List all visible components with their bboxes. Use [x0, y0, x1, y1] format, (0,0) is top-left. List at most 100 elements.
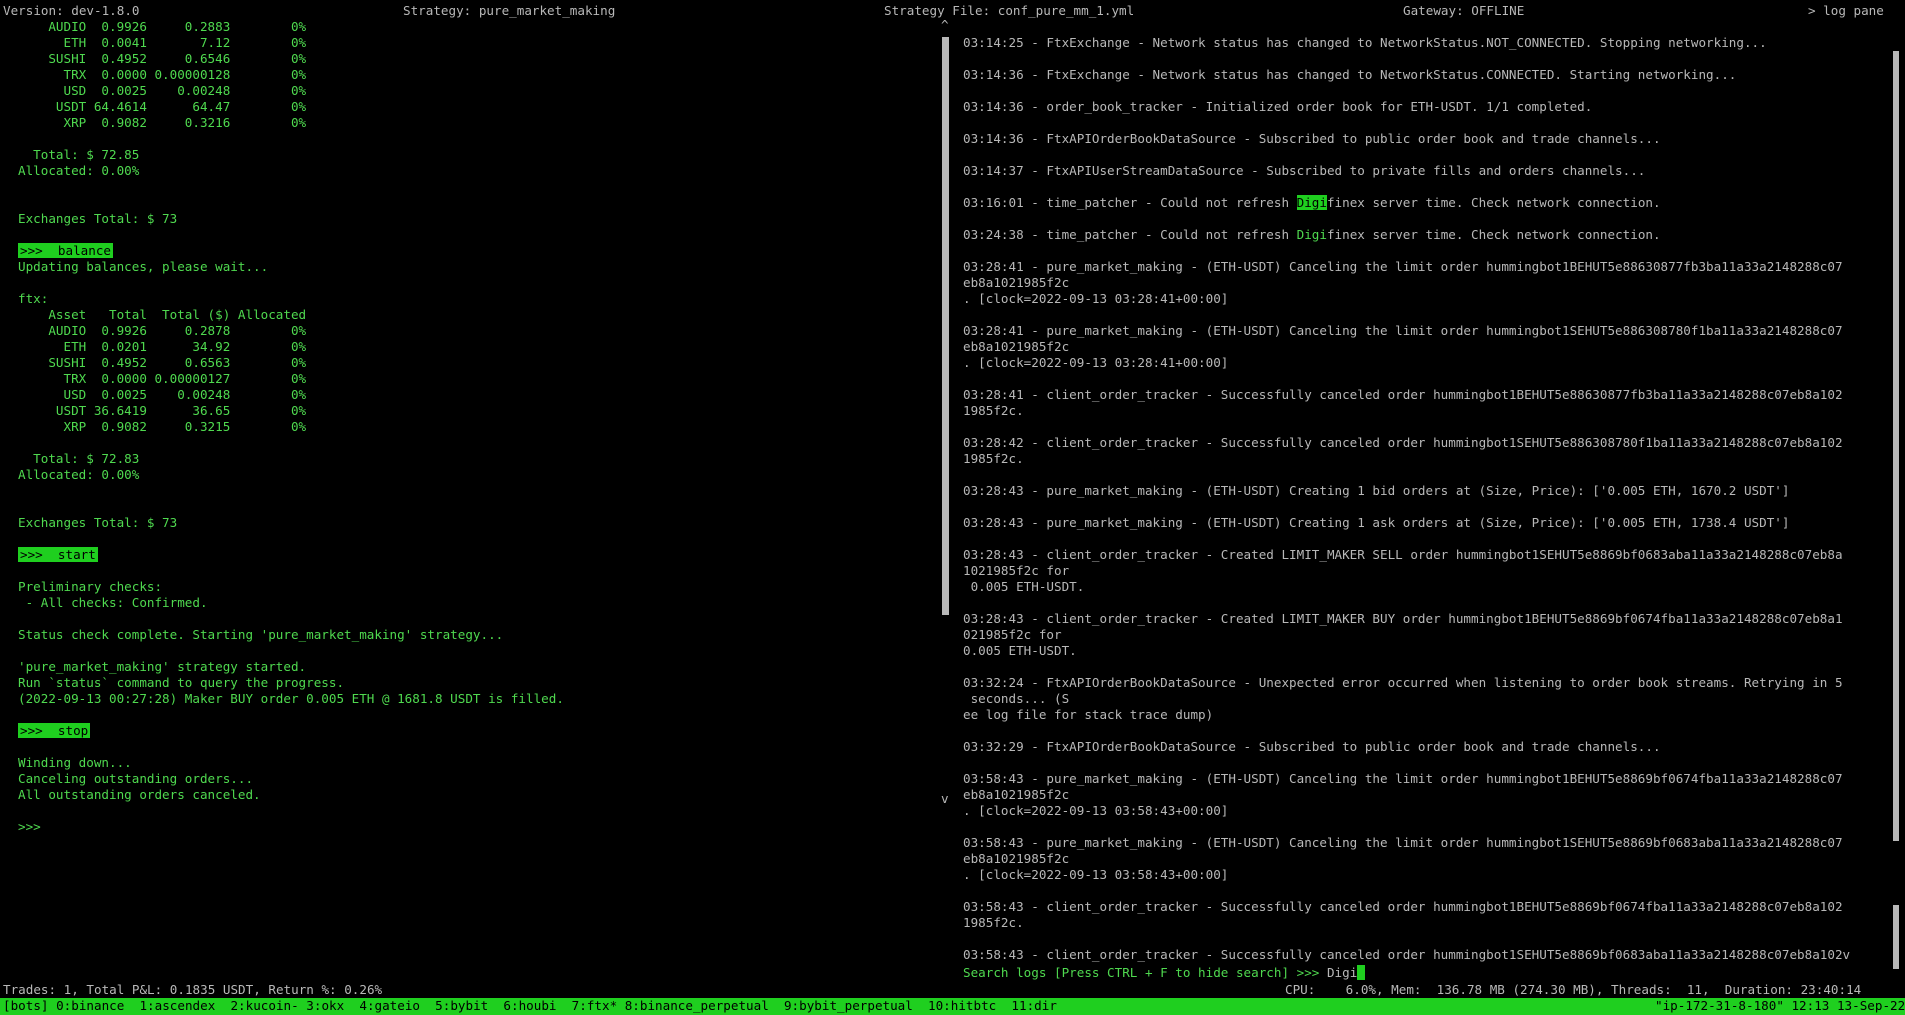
output-line: USD 0.0025 0.00248 0% [18, 83, 938, 99]
output-pane[interactable]: AUDIO 0.9926 0.2883 0% ETH 0.0041 7.12 0… [18, 19, 938, 984]
log-line: . [clock=2022-09-13 03:28:41+00:00] [963, 355, 1229, 370]
log-pane[interactable]: 03:14:25 - FtxExchange - Network status … [963, 35, 1893, 970]
output-line: TRX 0.0000 0.00000128 0% [18, 67, 938, 83]
output-text: (2022-09-13 00:27:28) Maker BUY order 0.… [18, 691, 564, 706]
log-entry: 03:14:36 - FtxAPIOrderBookDataSource - S… [963, 131, 1893, 147]
command-line: >>> start [18, 547, 938, 563]
log-text: finex server time. Check network connect… [1326, 227, 1661, 242]
output-text: Winding down... [18, 755, 132, 770]
output-line: Allocated: 0.00% [18, 467, 938, 483]
output-line: All outstanding orders canceled. [18, 787, 938, 803]
output-text: 'pure_market_making' strategy started. [18, 659, 307, 674]
tmux-window-list[interactable]: [bots] 0:binance 1:ascendex 2:kucoin- 3:… [3, 998, 1057, 1014]
output-text: Preliminary checks: [18, 579, 163, 594]
log-text: 03:24:38 - time_patcher - Could not refr… [963, 227, 1297, 242]
log-line: 03:28:42 - client_order_tracker - Succes… [963, 435, 1843, 450]
log-line: 03:58:43 - client_order_tracker - Succes… [963, 899, 1843, 914]
output-line: Status check complete. Starting 'pure_ma… [18, 627, 938, 643]
log-entry: 03:28:43 - client_order_tracker - Create… [963, 611, 1893, 659]
search-input[interactable]: Digi [1327, 965, 1357, 980]
scrollbar-thumb[interactable] [942, 37, 949, 615]
output-line: XRP 0.9082 0.3215 0% [18, 419, 938, 435]
command-text: >>> balance [18, 243, 113, 258]
log-entry: 03:14:37 - FtxAPIUserStreamDataSource - … [963, 163, 1893, 179]
tmux-host-clock: "ip-172-31-8-180" 12:13 13-Sep-22 [1655, 998, 1905, 1013]
output-line: - All checks: Confirmed. [18, 595, 938, 611]
log-entry: 03:58:43 - client_order_tracker - Succes… [963, 947, 1893, 963]
output-text: Allocated: 0.00% [18, 163, 140, 178]
log-entry: 03:28:43 - client_order_tracker - Create… [963, 547, 1893, 595]
search-label: Search logs [Press CTRL + F to hide sear… [963, 965, 1327, 980]
log-scrollbar-thumb[interactable] [1893, 51, 1899, 841]
log-line: 1985f2c. [963, 451, 1024, 466]
tmux-window-bar[interactable]: [bots] 0:binance 1:ascendex 2:kucoin- 3:… [0, 998, 1905, 1015]
log-search-bar[interactable]: Search logs [Press CTRL + F to hide sear… [963, 965, 1883, 981]
output-line: SUSHI 0.4952 0.6546 0% [18, 51, 938, 67]
log-pane-toggle[interactable]: > log pane [1808, 3, 1884, 19]
output-line: AUDIO 0.9926 0.2878 0% [18, 323, 938, 339]
search-match: Digi [1296, 195, 1327, 210]
output-text: All outstanding orders canceled. [18, 787, 261, 802]
gateway-status: Gateway: OFFLINE [1403, 3, 1525, 18]
output-text: Status check complete. Starting 'pure_ma… [18, 627, 504, 642]
command-line: >>> balance [18, 243, 938, 259]
output-text: Allocated: 0.00% [18, 467, 140, 482]
system-info: CPU: 6.0%, Mem: 136.78 MB (274.30 MB), T… [1285, 982, 1862, 997]
scroll-up-arrow-icon[interactable]: ^ [941, 17, 949, 33]
output-line: USDT 36.6419 36.65 0% [18, 403, 938, 419]
log-line: 1985f2c. [963, 915, 1024, 930]
output-line: Total: $ 72.85 [18, 147, 938, 163]
top-status-bar: Version: dev-1.8.0 Strategy: pure_market… [0, 3, 1905, 19]
strategy-file-label: Strategy File: conf_pure_mm_1.yml [884, 3, 1135, 18]
output-text: >>> [18, 819, 41, 834]
output-line: Asset Total Total ($) Allocated [18, 307, 938, 323]
log-pane-scrollbar[interactable] [1893, 35, 1901, 970]
output-line: AUDIO 0.9926 0.2883 0% [18, 19, 938, 35]
output-text: USDT 64.4614 64.47 0% [18, 99, 307, 114]
log-line: 03:28:41 - pure_market_making - (ETH-USD… [963, 259, 1843, 274]
output-line: Winding down... [18, 755, 938, 771]
command-text: >>> start [18, 547, 98, 562]
output-text: ftx: [18, 291, 49, 306]
log-line: 03:24:38 - time_patcher - Could not refr… [963, 227, 1893, 243]
output-text: XRP 0.9082 0.3215 0% [18, 419, 307, 434]
log-line: 03:28:43 - client_order_tracker - Create… [963, 611, 1843, 626]
output-line: >>> [18, 819, 938, 835]
log-line: 03:16:01 - time_patcher - Could not refr… [963, 195, 1893, 211]
log-entry: 03:24:38 - time_patcher - Could not refr… [963, 227, 1893, 243]
log-text: 03:16:01 - time_patcher - Could not refr… [963, 195, 1297, 210]
output-line: ETH 0.0201 34.92 0% [18, 339, 938, 355]
log-scrollbar-thumb-lower[interactable] [1893, 905, 1899, 969]
log-line: eb8a1021985f2c [963, 275, 1070, 290]
log-entry: 03:28:41 - pure_market_making - (ETH-USD… [963, 323, 1893, 371]
scroll-down-arrow-icon[interactable]: v [941, 791, 949, 807]
log-entry: 03:14:25 - FtxExchange - Network status … [963, 35, 1893, 51]
output-text: Exchanges Total: $ 73 [18, 211, 178, 226]
output-line: XRP 0.9082 0.3216 0% [18, 115, 938, 131]
log-entry: 03:32:24 - FtxAPIOrderBookDataSource - U… [963, 675, 1893, 723]
version-label: Version: dev-1.8.0 [3, 3, 140, 18]
output-line: SUSHI 0.4952 0.6563 0% [18, 355, 938, 371]
log-line: 03:14:36 - FtxExchange - Network status … [963, 67, 1737, 82]
output-text: Exchanges Total: $ 73 [18, 515, 178, 530]
output-line: Updating balances, please wait... [18, 259, 938, 275]
output-pane-scrollbar[interactable]: ^ v [939, 17, 953, 985]
log-line: 03:58:43 - pure_market_making - (ETH-USD… [963, 835, 1843, 850]
output-text: Updating balances, please wait... [18, 259, 269, 274]
output-text: Canceling outstanding orders... [18, 771, 254, 786]
search-match: Digi [1296, 227, 1327, 242]
output-text: Run `status` command to query the progre… [18, 675, 345, 690]
output-line: Run `status` command to query the progre… [18, 675, 938, 691]
log-line: 03:32:24 - FtxAPIOrderBookDataSource - U… [963, 675, 1843, 690]
text-cursor: _ [1357, 965, 1365, 980]
